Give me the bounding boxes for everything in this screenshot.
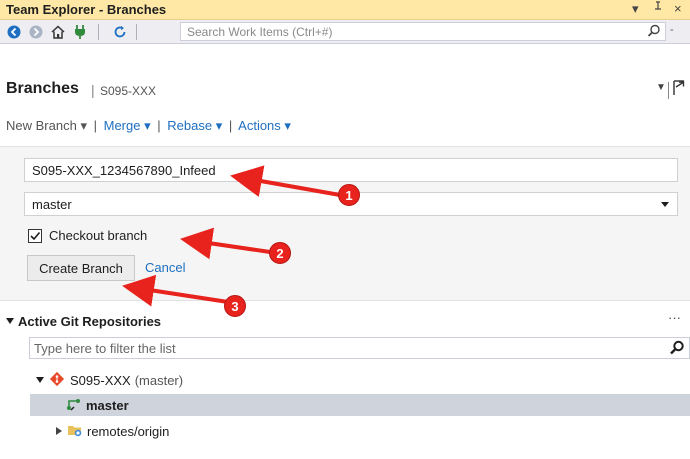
branch-filter-box[interactable] bbox=[29, 337, 690, 359]
back-icon[interactable] bbox=[6, 24, 22, 40]
header-separator bbox=[668, 82, 669, 99]
branch-name-input[interactable] bbox=[24, 158, 678, 182]
active-git-repositories-heading[interactable]: Active Git Repositories bbox=[18, 314, 161, 329]
branch-icon bbox=[66, 397, 82, 414]
checkout-branch-label[interactable]: Checkout branch bbox=[49, 228, 147, 243]
rebase-link[interactable]: Rebase bbox=[167, 118, 212, 133]
actions-link[interactable]: Actions bbox=[238, 118, 281, 133]
annotation-badge: 2 bbox=[269, 242, 291, 264]
search-icon[interactable] bbox=[669, 340, 685, 359]
more-options-icon[interactable]: ··· bbox=[668, 310, 681, 325]
auto-hide-pin-icon[interactable] bbox=[653, 1, 663, 16]
home-icon[interactable] bbox=[50, 24, 66, 40]
action-separator: | bbox=[157, 118, 161, 133]
expand-arrow-icon[interactable] bbox=[36, 377, 44, 383]
merge-caret-icon[interactable]: ▾ bbox=[144, 118, 151, 133]
search-work-items-input[interactable] bbox=[181, 23, 621, 40]
toolbar: - bbox=[0, 20, 690, 44]
expand-arrow-icon[interactable] bbox=[56, 427, 62, 435]
title-separator: | bbox=[91, 82, 95, 98]
window-menu-dropdown-icon[interactable]: ▾ bbox=[632, 1, 639, 17]
undock-page-icon[interactable] bbox=[672, 79, 686, 100]
action-separator: | bbox=[93, 118, 97, 133]
actions-caret-icon[interactable]: ▾ bbox=[284, 118, 291, 133]
page-header: Branches | S095-XXX ▼ bbox=[0, 44, 690, 104]
toolbar-separator bbox=[136, 24, 137, 40]
merge-link[interactable]: Merge bbox=[104, 118, 141, 133]
collapse-section-icon[interactable] bbox=[6, 318, 14, 324]
connect-plug-icon[interactable] bbox=[72, 24, 88, 40]
search-icon[interactable] bbox=[647, 24, 661, 41]
annotation-badge: 3 bbox=[224, 295, 246, 317]
branch-label: master bbox=[86, 397, 129, 413]
chevron-down-icon[interactable] bbox=[661, 202, 669, 207]
checkout-branch-checkbox[interactable] bbox=[28, 229, 42, 243]
toolbar-separator bbox=[98, 24, 99, 40]
source-branch-value: master bbox=[32, 197, 72, 212]
page-menu-dropdown-icon[interactable]: ▼ bbox=[656, 82, 666, 93]
remote-folder-icon bbox=[67, 423, 83, 440]
title-bar: Team Explorer - Branches ▾ × bbox=[0, 0, 690, 20]
remotes-label: remotes/origin bbox=[87, 423, 170, 439]
repository-node[interactable]: S095-XXX (master) bbox=[36, 370, 183, 390]
git-repo-icon bbox=[49, 371, 65, 390]
repository-name[interactable]: S095-XXX bbox=[100, 84, 156, 98]
search-options-dropdown-icon[interactable]: - bbox=[670, 24, 674, 36]
forward-icon[interactable] bbox=[28, 24, 44, 40]
annotation-badge: 1 bbox=[338, 184, 360, 206]
current-branch-indicator: (master) bbox=[134, 372, 184, 388]
new-branch-caret-icon[interactable]: ▾ bbox=[80, 118, 87, 133]
cancel-link[interactable]: Cancel bbox=[145, 260, 185, 275]
new-branch-link[interactable]: New Branch bbox=[6, 118, 77, 133]
refresh-icon[interactable] bbox=[112, 24, 128, 40]
remotes-node[interactable]: remotes/origin bbox=[56, 421, 169, 441]
page-title: Branches bbox=[6, 80, 79, 97]
create-branch-button[interactable]: Create Branch bbox=[27, 255, 135, 281]
branch-actions-bar: New Branch ▾ | Merge ▾ | Rebase ▾ | Acti… bbox=[6, 118, 291, 134]
branch-filter-input[interactable] bbox=[30, 338, 630, 358]
repository-label: S095-XXX bbox=[70, 372, 131, 388]
search-work-items-box[interactable] bbox=[180, 22, 666, 41]
window-title: Team Explorer - Branches bbox=[6, 2, 167, 17]
close-icon[interactable]: × bbox=[674, 1, 682, 16]
rebase-caret-icon[interactable]: ▾ bbox=[216, 118, 223, 133]
action-separator: | bbox=[228, 118, 233, 133]
branch-row-master[interactable]: master bbox=[30, 394, 690, 416]
